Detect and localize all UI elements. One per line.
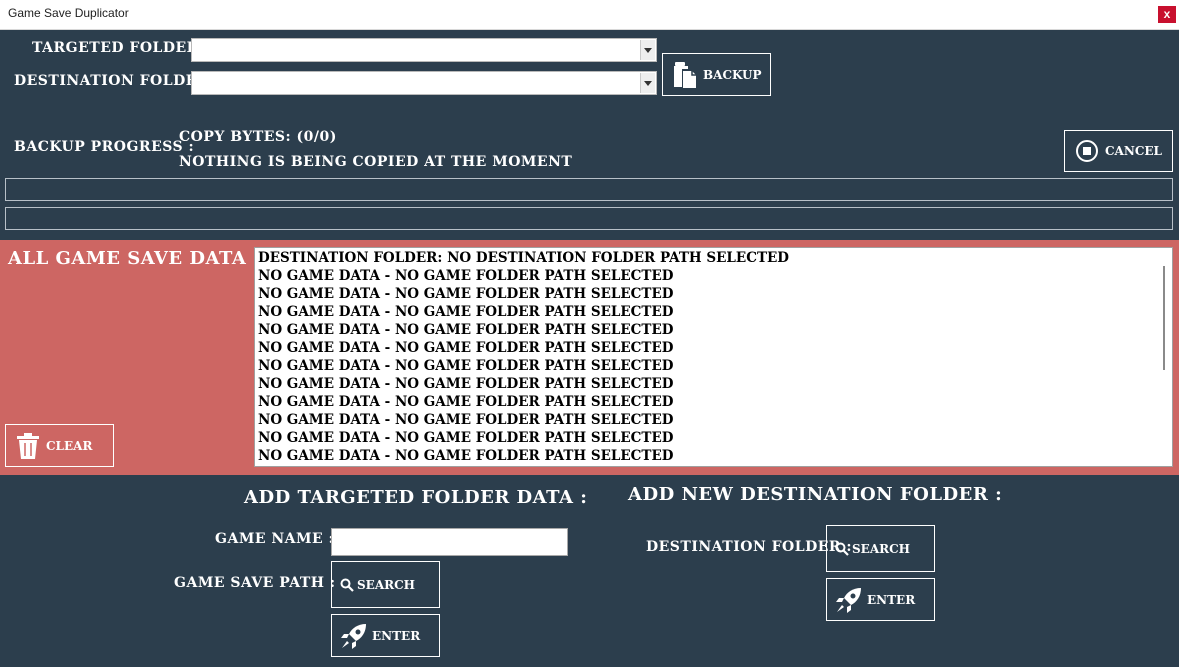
copy-status-text: NOTHING IS BEING COPIED AT THE MOMENT — [179, 154, 573, 170]
window-title: Game Save Duplicator — [8, 6, 129, 20]
magnifier-icon — [340, 578, 354, 592]
target-enter-label: ENTER — [372, 628, 421, 643]
dest-folder-label: DESTINATION FOLDER : — [646, 539, 853, 555]
clear-label: CLEAR — [46, 438, 93, 453]
list-item[interactable]: NO GAME DATA - NO GAME FOLDER PATH SELEC… — [255, 339, 1172, 357]
list-item[interactable]: NO GAME DATA - NO GAME FOLDER PATH SELEC… — [255, 393, 1172, 411]
close-button[interactable]: x — [1158, 6, 1176, 23]
dest-enter-button[interactable]: ENTER — [826, 578, 935, 621]
backup-button[interactable]: BACKUP — [662, 53, 771, 96]
add-target-heading: ADD TARGETED FOLDER DATA : — [244, 487, 588, 508]
list-item[interactable]: NO GAME DATA - NO GAME FOLDER PATH SELEC… — [255, 267, 1172, 285]
clear-button[interactable]: CLEAR — [5, 424, 114, 467]
list-item[interactable]: NO GAME DATA - NO GAME FOLDER PATH SELEC… — [255, 375, 1172, 393]
add-destination-heading: ADD NEW DESTINATION FOLDER : — [628, 484, 1003, 505]
target-search-label: SEARCH — [357, 577, 415, 592]
dest-search-button[interactable]: SEARCH — [826, 525, 935, 572]
cancel-label: CANCEL — [1105, 144, 1162, 158]
title-bar: Game Save Duplicator x — [0, 0, 1179, 30]
list-item[interactable]: NO GAME DATA - NO GAME FOLDER PATH SELEC… — [255, 411, 1172, 429]
cancel-button[interactable]: CANCEL — [1064, 130, 1173, 172]
game-save-path-label: GAME SAVE PATH : — [174, 575, 336, 591]
backup-label: BACKUP — [703, 67, 762, 82]
list-item[interactable]: NO GAME DATA - NO GAME FOLDER PATH SELEC… — [255, 447, 1172, 465]
scrollbar[interactable] — [1163, 266, 1165, 370]
save-data-list[interactable]: DESTINATION FOLDER: NO DESTINATION FOLDE… — [254, 247, 1173, 467]
trash-icon — [16, 432, 40, 460]
backup-progress-label: BACKUP PROGRESS : — [14, 139, 195, 155]
rocket-icon — [340, 622, 368, 650]
chevron-down-icon[interactable] — [640, 40, 655, 60]
magnifier-icon — [835, 542, 849, 556]
list-item[interactable]: DESTINATION FOLDER: NO DESTINATION FOLDE… — [255, 249, 1172, 267]
dest-enter-label: ENTER — [867, 592, 916, 607]
targeted-folder-label: TARGETED FOLDER: — [32, 40, 205, 56]
target-search-button[interactable]: SEARCH — [331, 561, 440, 608]
progress-bar-secondary — [5, 207, 1173, 230]
list-item[interactable]: NO GAME DATA - NO GAME FOLDER PATH SELEC… — [255, 285, 1172, 303]
destination-folder-combo[interactable] — [191, 71, 657, 95]
stop-circle-icon — [1075, 139, 1099, 163]
dest-search-label: SEARCH — [852, 541, 910, 556]
targeted-folder-combo[interactable] — [191, 38, 657, 62]
list-item[interactable]: NO GAME DATA - NO GAME FOLDER PATH SELEC… — [255, 303, 1172, 321]
list-item[interactable]: NO GAME DATA - NO GAME FOLDER PATH SELEC… — [255, 429, 1172, 447]
list-item[interactable]: NO GAME DATA - NO GAME FOLDER PATH SELEC… — [255, 357, 1172, 375]
destination-folder-label: DESTINATION FOLDER: — [14, 73, 215, 89]
game-name-label: GAME NAME : — [215, 531, 335, 547]
copy-bytes-text: COPY BYTES: (0/0) — [179, 129, 337, 145]
list-item[interactable]: NO GAME DATA - NO GAME FOLDER PATH SELEC… — [255, 321, 1172, 339]
rocket-icon — [835, 586, 863, 614]
chevron-down-icon[interactable] — [640, 73, 655, 93]
copy-files-icon — [673, 61, 697, 89]
target-enter-button[interactable]: ENTER — [331, 614, 440, 657]
game-name-input[interactable] — [331, 528, 568, 556]
save-data-heading: ALL GAME SAVE DATA : — [8, 248, 261, 269]
progress-bar-primary — [5, 178, 1173, 201]
